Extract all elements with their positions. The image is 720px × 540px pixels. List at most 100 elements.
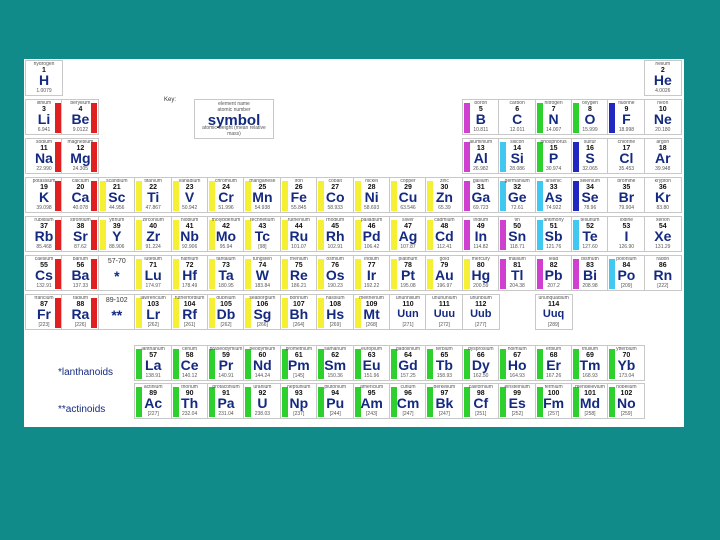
element-cell-li[interactable]: lithium 3 Li 6.941 [25, 99, 63, 135]
element-cell-uub[interactable]: ununbium 112 Uub [277] [461, 294, 500, 330]
element-cell-cf[interactable]: californium 98 Cf [251] [461, 383, 500, 419]
element-cell-ho[interactable]: holmium 67 Ho 164.93 [498, 345, 537, 381]
element-cell-pu[interactable]: plutonium 94 Pu [244] [316, 383, 355, 419]
element-cell-uuq[interactable]: ununquadium 114 Uuq [289] [534, 294, 573, 330]
element-cell-cd[interactable]: cadmium 48 Cd 112.41 [425, 216, 464, 252]
element-cell-ni[interactable]: nickel 28 Ni 58.693 [352, 177, 391, 213]
element-cell-sm[interactable]: samarium 62 Sm 150.36 [316, 345, 355, 381]
element-cell-es[interactable]: einsteinium 99 Es [252] [498, 383, 537, 419]
element-cell-si[interactable]: silicon 14 Si 28.086 [498, 138, 537, 174]
element-cell-ga[interactable]: gallium 31 Ga 69.723 [461, 177, 500, 213]
element-cell-cs[interactable]: caesium 55 Cs 132.91 [25, 255, 63, 291]
element-cell-md[interactable]: mendelevium 101 Md [258] [571, 383, 609, 419]
element-cell-ru[interactable]: ruthenium 44 Ru 101.07 [279, 216, 318, 252]
element-cell-ca[interactable]: calcium 20 Ca 40.078 [61, 177, 100, 213]
element-cell-in[interactable]: indium 49 In 114.82 [461, 216, 500, 252]
element-cell-rf[interactable]: rutherfordium 104 Rf [261] [170, 294, 209, 330]
element-cell-sc[interactable]: scandium 21 Sc 44.956 [97, 177, 136, 213]
element-cell-sg[interactable]: seaborgium 106 Sg [266] [243, 294, 282, 330]
element-cell-mo[interactable]: molybdenum 42 Mo 95.94 [207, 216, 245, 252]
element-cell-zn[interactable]: zinc 30 Zn 65.39 [425, 177, 464, 213]
element-cell-uuu[interactable]: unununium 111 Uuu [272] [425, 294, 464, 330]
element-cell-dy[interactable]: dysprosium 66 Dy 162.50 [461, 345, 500, 381]
element-cell-c[interactable]: carbon 6 C 12.011 [498, 99, 537, 135]
element-cell-as[interactable]: arsenic 33 As 74.922 [534, 177, 573, 213]
element-cell-tb[interactable]: terbium 65 Tb 158.93 [425, 345, 464, 381]
element-cell-na[interactable]: sodium 11 Na 22.990 [25, 138, 63, 174]
element-cell-h[interactable]: hydrogen 1 H 1.0079 [25, 60, 63, 96]
element-cell-pd[interactable]: palladium 46 Pd 106.42 [352, 216, 391, 252]
element-cell-yb[interactable]: ytterbium 70 Yb 173.04 [607, 345, 646, 381]
element-cell-ne[interactable]: neon 10 Ne 20.180 [643, 99, 682, 135]
element-cell-np[interactable]: neptunium 93 Np [237] [279, 383, 318, 419]
element-cell-sn[interactable]: tin 50 Sn 118.71 [498, 216, 537, 252]
element-cell-eu[interactable]: europium 63 Eu 151.96 [352, 345, 391, 381]
element-cell-se[interactable]: selenium 34 Se 78.96 [571, 177, 609, 213]
element-cell-sr[interactable]: strontium 38 Sr 87.62 [61, 216, 100, 252]
element-cell-la[interactable]: lanthanum 57 La 138.91 [134, 345, 173, 381]
element-cell-po[interactable]: polonium 84 Po [209] [607, 255, 646, 291]
element-cell-tm[interactable]: thulium 69 Tm 168.93 [571, 345, 609, 381]
element-cell-s[interactable]: sulfur 16 S 32.065 [571, 138, 609, 174]
element-cell-lr[interactable]: lawrencium 103 Lr [262] [134, 294, 173, 330]
element-cell-mg[interactable]: magnesium 12 Mg 24.305 [61, 138, 100, 174]
element-cell-ar[interactable]: argon 18 Ar 39.948 [643, 138, 682, 174]
element-cell-rh[interactable]: rhodium 45 Rh 102.91 [316, 216, 355, 252]
element-cell-mt[interactable]: meitnerium 109 Mt [268] [352, 294, 391, 330]
element-cell-k[interactable]: potassium 19 K 39.098 [25, 177, 63, 213]
element-cell-sb[interactable]: antimony 51 Sb 121.76 [534, 216, 573, 252]
element-cell-bh[interactable]: bohrium 107 Bh [264] [279, 294, 318, 330]
element-cell-ge[interactable]: germanium 32 Ge 72.61 [498, 177, 537, 213]
element-cell-os[interactable]: osmium 76 Os 190.23 [316, 255, 355, 291]
element-cell-fm[interactable]: fermium 100 Fm [257] [534, 383, 573, 419]
element-cell-pm[interactable]: promethium 61 Pm [145] [279, 345, 318, 381]
element-cell-er[interactable]: erbium 68 Er 167.26 [534, 345, 573, 381]
element-cell-am[interactable]: americium 95 Am [243] [352, 383, 391, 419]
element-cell-rn[interactable]: radon 86 Rn [222] [643, 255, 682, 291]
element-cell-al[interactable]: aluminium 13 Al 26.982 [461, 138, 500, 174]
element-cell-co[interactable]: cobalt 27 Co 58.933 [316, 177, 355, 213]
element-cell-mn[interactable]: manganese 25 Mn 54.938 [243, 177, 282, 213]
element-cell-ta[interactable]: tantalum 73 Ta 180.95 [207, 255, 245, 291]
element-cell-no[interactable]: nobelium 102 No [259] [607, 383, 646, 419]
element-cell-bi[interactable]: bismuth 83 Bi 208.98 [571, 255, 609, 291]
element-cell-ag[interactable]: silver 47 Ag 107.87 [389, 216, 427, 252]
element-cell-w[interactable]: tungsten 74 W 183.84 [243, 255, 282, 291]
element-cell-bk[interactable]: berkelium 97 Bk [247] [425, 383, 464, 419]
element-cell-ir[interactable]: iridium 77 Ir 192.22 [352, 255, 391, 291]
element-cell-uun[interactable]: ununnilium 110 Uun [271] [389, 294, 427, 330]
element-cell-nb[interactable]: niobium 41 Nb 92.906 [170, 216, 209, 252]
element-cell-ce[interactable]: cerium 58 Ce 140.12 [170, 345, 209, 381]
element-cell-br[interactable]: bromine 35 Br 79.904 [607, 177, 646, 213]
element-cell-rb[interactable]: rubidium 37 Rb 85.468 [25, 216, 63, 252]
element-cell-au[interactable]: gold 79 Au 196.97 [425, 255, 464, 291]
element-cell-hf[interactable]: hafnium 72 Hf 178.49 [170, 255, 209, 291]
element-cell-fr[interactable]: francium 87 Fr [223] [25, 294, 63, 330]
element-cell-n[interactable]: nitrogen 7 N 14.007 [534, 99, 573, 135]
element-cell-re[interactable]: rhenium 75 Re 186.21 [279, 255, 318, 291]
element-cell-cm[interactable]: curium 96 Cm [247] [389, 383, 427, 419]
element-cell-i[interactable]: iodine 53 I 126.90 [607, 216, 646, 252]
element-cell-fe[interactable]: iron 26 Fe 55.845 [279, 177, 318, 213]
element-cell-pa[interactable]: protactinium 91 Pa 231.04 [207, 383, 245, 419]
element-cell-xe[interactable]: xenon 54 Xe 131.29 [643, 216, 682, 252]
element-cell-hg[interactable]: mercury 80 Hg 200.59 [461, 255, 500, 291]
element-cell-o[interactable]: oxygen 8 O 15.999 [571, 99, 609, 135]
element-cell-ba[interactable]: barium 56 Ba 137.33 [61, 255, 100, 291]
element-cell-th[interactable]: thorium 90 Th 232.04 [170, 383, 209, 419]
element-cell-te[interactable]: tellurium 52 Te 127.60 [571, 216, 609, 252]
element-cell-v[interactable]: vanadium 23 V 50.942 [170, 177, 209, 213]
element-cell-hs[interactable]: hassium 108 Hs [269] [316, 294, 355, 330]
element-cell-cr[interactable]: chromium 24 Cr 51.996 [207, 177, 245, 213]
element-cell-pr[interactable]: praseodymium 59 Pr 140.91 [207, 345, 245, 381]
element-cell-b[interactable]: boron 5 B 10.811 [461, 99, 500, 135]
element-cell-cl[interactable]: chlorine 17 Cl 35.453 [607, 138, 646, 174]
element-cell-ti[interactable]: titanium 22 Ti 47.867 [134, 177, 173, 213]
element-cell-p[interactable]: phosphorus 15 P 30.974 [534, 138, 573, 174]
element-cell-nd[interactable]: neodymium 60 Nd 144.24 [243, 345, 282, 381]
element-cell-be[interactable]: beryllium 4 Be 9.0122 [61, 99, 100, 135]
element-cell-he[interactable]: helium 2 He 4.0026 [643, 60, 682, 96]
element-cell-zr[interactable]: zirconium 40 Zr 91.224 [134, 216, 173, 252]
element-cell-lu[interactable]: lutetium 71 Lu 174.97 [134, 255, 173, 291]
element-cell-cu[interactable]: copper 29 Cu 63.546 [389, 177, 427, 213]
